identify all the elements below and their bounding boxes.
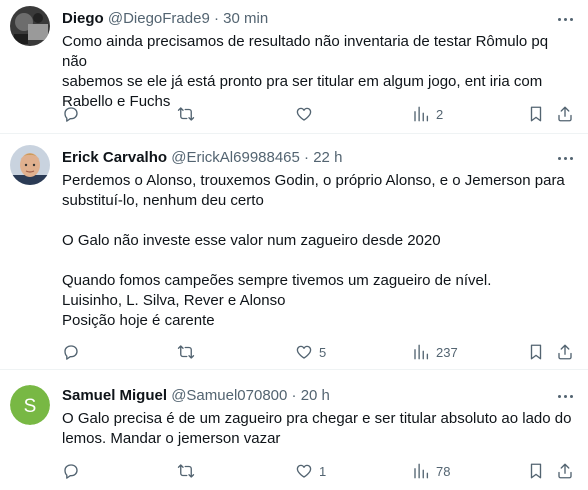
like-button[interactable]: 5 — [295, 340, 326, 364]
tweet-feed: Diego @DiegoFrade9 · 30 min Como ainda p… — [0, 0, 588, 490]
avatar-diego[interactable] — [10, 6, 50, 46]
tweet-samuel[interactable]: S Samuel Miguel @Samuel070800 · 20 h O G… — [0, 371, 588, 490]
views-button[interactable]: 2 — [412, 102, 443, 126]
share-button[interactable] — [556, 340, 574, 364]
avatar-samuel[interactable]: S — [10, 385, 50, 425]
author-name[interactable]: Samuel Miguel — [62, 387, 167, 404]
share-button[interactable] — [556, 102, 574, 126]
separator-dot: · — [213, 10, 219, 27]
views-count: 78 — [436, 463, 451, 479]
tweet-line: Quando fomos campeões sempre tivemos um … — [62, 272, 492, 289]
tweet-line: O Galo precisa é de um zagueiro pra cheg… — [62, 410, 572, 427]
author-handle[interactable]: @Samuel070800 — [171, 387, 287, 404]
more-icon[interactable] — [554, 9, 576, 29]
retweet-button[interactable] — [177, 102, 201, 126]
reply-icon — [64, 107, 78, 122]
share-icon — [558, 344, 572, 360]
avatar-erick-image — [10, 145, 50, 185]
share-button[interactable] — [556, 459, 574, 483]
tweet-header: Diego @DiegoFrade9 · 30 min — [62, 9, 538, 29]
avatar-erick[interactable] — [10, 145, 50, 185]
tweet-line: Perdemos o Alonso, trouxemos Godin, o pr… — [62, 172, 565, 189]
more-icon[interactable] — [554, 148, 576, 168]
tweet-line: substituí-lo, nenhum deu certo — [62, 192, 264, 209]
tweet-actions: 1 78 — [0, 459, 588, 483]
tweet-header: Erick Carvalho @ErickAl69988465 · 22 h — [62, 148, 538, 168]
reply-button[interactable] — [62, 102, 86, 126]
bookmark-button[interactable] — [527, 102, 545, 126]
views-icon — [414, 344, 429, 360]
author-name[interactable]: Diego — [62, 10, 104, 27]
views-icon — [414, 463, 429, 479]
tweet-text: Como ainda precisamos de resultado não i… — [62, 32, 574, 112]
author-name[interactable]: Erick Carvalho — [62, 149, 167, 166]
reply-button[interactable] — [62, 340, 86, 364]
retweet-button[interactable] — [177, 459, 201, 483]
tweet-actions: 2 — [0, 102, 588, 126]
views-count: 2 — [436, 106, 444, 122]
retweet-icon — [177, 107, 195, 121]
like-count: 5 — [319, 344, 327, 360]
separator-dot: · — [304, 149, 310, 166]
like-icon — [296, 464, 312, 478]
avatar-letter: S — [24, 396, 37, 417]
tweet-actions: 5 237 — [0, 340, 588, 364]
tweet-line: Luisinho, L. Silva, Rever e Alonso — [62, 292, 286, 309]
tweet-line: Posição hoje é carente — [62, 312, 215, 329]
bookmark-icon — [530, 106, 542, 122]
tweet-text: Perdemos o Alonso, trouxemos Godin, o pr… — [62, 171, 574, 331]
author-handle[interactable]: @ErickAl69988465 — [171, 149, 300, 166]
tweet-line: lemos. Mandar o jemerson vazar — [62, 430, 281, 447]
reply-icon — [64, 464, 78, 479]
bookmark-icon — [530, 344, 542, 360]
reply-icon — [64, 345, 78, 360]
like-count: 1 — [319, 463, 327, 479]
like-icon — [296, 107, 312, 121]
tweet-diego[interactable]: Diego @DiegoFrade9 · 30 min Como ainda p… — [0, 0, 588, 134]
retweet-icon — [177, 345, 195, 359]
tweet-time[interactable]: 22 h — [313, 149, 342, 166]
bookmark-button[interactable] — [527, 459, 545, 483]
reply-button[interactable] — [62, 459, 86, 483]
tweet-text: O Galo precisa é de um zagueiro pra cheg… — [62, 409, 574, 449]
views-count: 237 — [436, 344, 458, 360]
like-icon — [296, 345, 312, 359]
author-handle[interactable]: @DiegoFrade9 — [108, 10, 210, 27]
tweet-erick[interactable]: Erick Carvalho @ErickAl69988465 · 22 h P… — [0, 135, 588, 370]
like-button[interactable]: 1 — [295, 459, 326, 483]
bookmark-icon — [530, 463, 542, 479]
share-icon — [558, 106, 572, 122]
tweet-time[interactable]: 20 h — [301, 387, 330, 404]
tweet-time[interactable]: 30 min — [223, 10, 268, 27]
views-button[interactable]: 78 — [412, 459, 450, 483]
retweet-icon — [177, 464, 195, 478]
like-button[interactable] — [295, 102, 319, 126]
tweet-line: Como ainda precisamos de resultado não i… — [62, 33, 549, 70]
tweet-header: Samuel Miguel @Samuel070800 · 20 h — [62, 386, 538, 406]
views-button[interactable]: 237 — [412, 340, 458, 364]
tweet-line: sabemos se ele já está pronto pra ser ti… — [62, 73, 543, 90]
bookmark-button[interactable] — [527, 340, 545, 364]
tweet-line: O Galo não investe esse valor num zaguei… — [62, 232, 441, 249]
more-icon[interactable] — [554, 386, 576, 406]
avatar-diego-image — [10, 6, 50, 46]
avatar-samuel-image: S — [10, 385, 50, 425]
retweet-button[interactable] — [177, 340, 201, 364]
views-icon — [414, 106, 429, 122]
share-icon — [558, 463, 572, 479]
separator-dot: · — [291, 387, 297, 404]
